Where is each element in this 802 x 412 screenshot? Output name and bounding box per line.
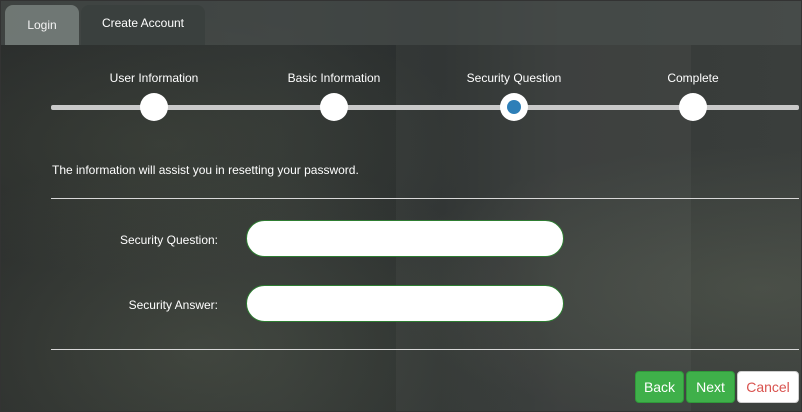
step-label-user-information: User Information (109, 71, 199, 85)
step-dot-complete (679, 93, 707, 121)
step-label-basic-information: Basic Information (287, 71, 381, 85)
security-answer-input[interactable] (246, 285, 564, 322)
step-label-complete: Complete (667, 71, 719, 85)
step-dot-security-question (500, 93, 528, 121)
next-button[interactable]: Next (686, 371, 735, 403)
tab-bar: Login Create Account (1, 1, 801, 45)
divider-top (51, 198, 799, 199)
step-dot-basic-information (320, 93, 348, 121)
back-button[interactable]: Back (635, 371, 684, 403)
create-account-panel: Login Create Account User Information Ba… (0, 0, 802, 412)
tab-create-account-label: Create Account (101, 16, 185, 30)
tab-login-label: Login (27, 18, 57, 32)
info-text: The information will assist you in reset… (52, 163, 359, 177)
step-dot-user-information (140, 93, 168, 121)
security-question-input[interactable] (246, 220, 564, 257)
divider-bottom (51, 349, 799, 350)
progress-stepper: User Information Basic Information Secur… (51, 61, 799, 131)
tab-login[interactable]: Login (5, 5, 79, 45)
cancel-button[interactable]: Cancel (737, 371, 799, 403)
security-answer-label: Security Answer: (128, 298, 218, 312)
security-question-label: Security Question: (119, 233, 218, 247)
tab-create-account[interactable]: Create Account (81, 5, 205, 45)
step-label-security-question: Security Question (466, 71, 562, 85)
